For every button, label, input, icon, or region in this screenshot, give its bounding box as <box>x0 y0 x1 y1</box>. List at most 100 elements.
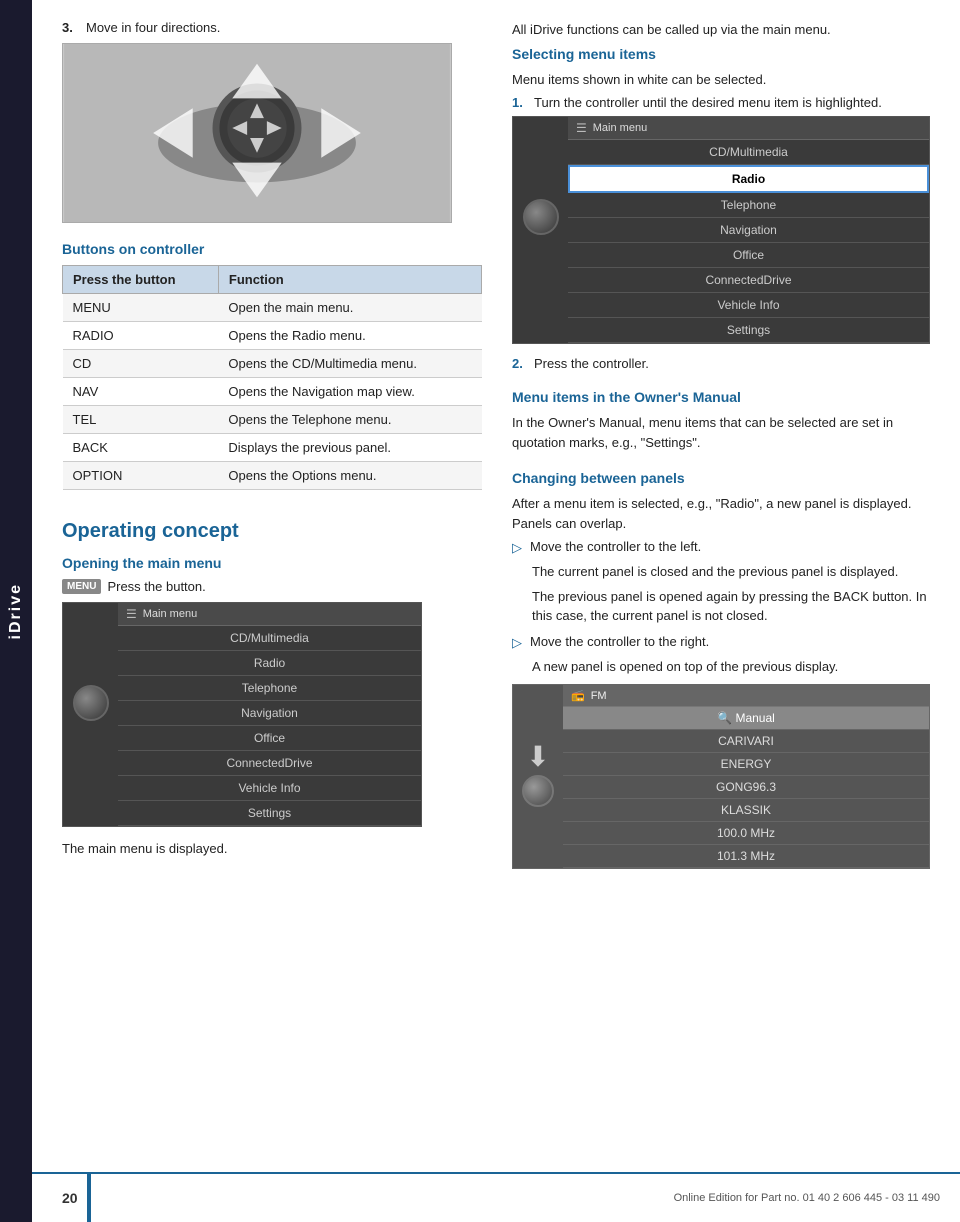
buttons-section-heading: Buttons on controller <box>62 241 482 257</box>
screen-menu-item: ConnectedDrive <box>568 268 929 293</box>
side-tab-label: iDrive <box>7 583 25 639</box>
operating-concept-heading: Operating concept <box>62 520 482 543</box>
table-cell-button: CD <box>63 350 219 378</box>
table-cell-button: RADIO <box>63 322 219 350</box>
bullet-left-sub2: The previous panel is opened again by pr… <box>532 587 930 626</box>
side-tab: iDrive <box>0 0 32 1222</box>
fm-screen-header: 📻 FM <box>563 685 929 707</box>
select-screen-icon: ☰ <box>576 121 587 135</box>
screen-menu-item: Navigation <box>118 701 421 726</box>
right-screen-menu: CD/MultimediaRadioTelephoneNavigationOff… <box>568 140 929 343</box>
left-screen-menu: CD/MultimediaRadioTelephoneNavigationOff… <box>118 626 421 826</box>
screen-menu-item: Vehicle Info <box>568 293 929 318</box>
bullet-right-text: Move the controller to the right. <box>530 634 709 649</box>
fm-arrow: ⬇ <box>522 743 554 771</box>
fm-knob-circle <box>522 775 554 807</box>
main-menu-screen-left: ☰ Main menu CD/MultimediaRadioTelephoneN… <box>62 602 422 827</box>
main-menu-caption: The main menu is displayed. <box>62 839 482 859</box>
page-footer: 20 Online Edition for Part no. 01 40 2 6… <box>32 1172 960 1222</box>
table-cell-function: Opens the Options menu. <box>218 462 481 490</box>
screen-menu-item: Telephone <box>568 193 929 218</box>
bullet-right: ▷ Move the controller to the right. <box>512 634 930 651</box>
fm-menu-item: 100.0 MHz <box>563 822 929 845</box>
table-cell-button: BACK <box>63 434 219 462</box>
step-3-num: 3. <box>62 20 78 35</box>
select-screen-header: ☰ Main menu <box>568 117 929 140</box>
bullet-left-sub1: The current panel is closed and the prev… <box>532 562 930 582</box>
table-cell-function: Opens the CD/Multimedia menu. <box>218 350 481 378</box>
screen-menu-item: CD/Multimedia <box>118 626 421 651</box>
arrow-left: ▷ <box>512 540 522 556</box>
selecting-intro: Menu items shown in white can be selecte… <box>512 70 930 90</box>
fm-knob-area: ⬇ <box>513 685 563 868</box>
fm-menu-item: GONG96.3 <box>563 776 929 799</box>
selecting-menu-items-section: Selecting menu items Menu items shown in… <box>512 46 930 372</box>
screen-menu-item: Office <box>568 243 929 268</box>
changing-panels-heading: Changing between panels <box>512 470 930 486</box>
screen-menu-item: Settings <box>568 318 929 343</box>
screen-menu-item: Telephone <box>118 676 421 701</box>
arrow-right: ▷ <box>512 635 522 651</box>
screen-header-left: ☰ Main menu <box>118 603 421 626</box>
knob-left <box>73 685 109 721</box>
left-column: 3. Move in four directions. <box>62 20 482 887</box>
select-step2-num: 2. <box>512 356 528 371</box>
table-header-function: Function <box>218 266 481 294</box>
screen-header-label-left: Main menu <box>143 608 197 620</box>
select-step1: 1. Turn the controller until the desired… <box>512 95 930 110</box>
footer-edition-text: Online Edition for Part no. 01 40 2 606 … <box>674 1192 940 1204</box>
buttons-table: Press the button Function MENUOpen the m… <box>62 265 482 490</box>
screen-menu-item: Navigation <box>568 218 929 243</box>
menu-button-row: MENU Press the button. <box>62 579 482 594</box>
fm-menu-item: 101.3 MHz <box>563 845 929 868</box>
menu-badge: MENU <box>62 579 101 594</box>
table-cell-function: Opens the Radio menu. <box>218 322 481 350</box>
select-step2: 2. Press the controller. <box>512 356 930 371</box>
screen-menu-item: Office <box>118 726 421 751</box>
table-cell-function: Displays the previous panel. <box>218 434 481 462</box>
bullet-left-text: Move the controller to the left. <box>530 539 701 554</box>
select-step2-text: Press the controller. <box>534 356 649 371</box>
screen-menu-item: Vehicle Info <box>118 776 421 801</box>
table-header-button: Press the button <box>63 266 219 294</box>
select-step1-text: Turn the controller until the desired me… <box>534 95 882 110</box>
owners-manual-section: Menu items in the Owner's Manual In the … <box>512 389 930 452</box>
table-cell-button: NAV <box>63 378 219 406</box>
footer-bar <box>87 1174 91 1222</box>
table-cell-function: Opens the Telephone menu. <box>218 406 481 434</box>
bullet-left: ▷ Move the controller to the left. <box>512 539 930 556</box>
select-step1-num: 1. <box>512 95 528 110</box>
fm-header-icon: 📻 <box>571 689 585 702</box>
screen-menu-item: Radio <box>118 651 421 676</box>
bullet-left-sub1-text: The current panel is closed and the prev… <box>532 564 898 579</box>
owners-manual-heading: Menu items in the Owner's Manual <box>512 389 930 405</box>
fm-menu-item: KLASSIK <box>563 799 929 822</box>
screen-menu-item: CD/Multimedia <box>568 140 929 165</box>
table-cell-button: TEL <box>63 406 219 434</box>
bullet-left-sub2-text: The previous panel is opened again by pr… <box>532 589 927 624</box>
step-3-text: Move in four directions. <box>86 20 220 35</box>
fm-screen-menu: 🔍 ManualCARIVARIENERGYGONG96.3KLASSIK100… <box>563 707 929 868</box>
knob-right <box>523 199 559 235</box>
knob-area-right <box>513 117 568 317</box>
fm-menu-item: 🔍 Manual <box>563 707 929 730</box>
opening-main-menu-heading: Opening the main menu <box>62 555 482 571</box>
bullet-right-sub1-text: A new panel is opened on top of the prev… <box>532 659 838 674</box>
controller-image <box>62 43 452 223</box>
screen-menu-item: ConnectedDrive <box>118 751 421 776</box>
screen-menu-item: Settings <box>118 801 421 826</box>
fm-menu-item: ENERGY <box>563 753 929 776</box>
selecting-menu-heading: Selecting menu items <box>512 46 930 62</box>
screen-content-left: ☰ Main menu CD/MultimediaRadioTelephoneN… <box>118 603 421 826</box>
page-number: 20 <box>62 1190 78 1206</box>
main-content: 3. Move in four directions. <box>32 0 960 947</box>
table-cell-function: Opens the Navigation map view. <box>218 378 481 406</box>
changing-panels-section: Changing between panels After a menu ite… <box>512 470 930 869</box>
select-menu-screen: ☰ Main menu CD/MultimediaRadioTelephoneN… <box>512 116 930 344</box>
fm-screen: ⬇ 📻 FM 🔍 ManualCARIVARIENERGYGONG96.3KLA… <box>512 684 930 869</box>
fm-header-label: FM <box>591 690 607 702</box>
right-column: All iDrive functions can be called up vi… <box>512 20 930 887</box>
bullet-right-sub1: A new panel is opened on top of the prev… <box>532 657 930 677</box>
table-cell-button: OPTION <box>63 462 219 490</box>
menu-press-instruction: Press the button. <box>107 579 205 594</box>
